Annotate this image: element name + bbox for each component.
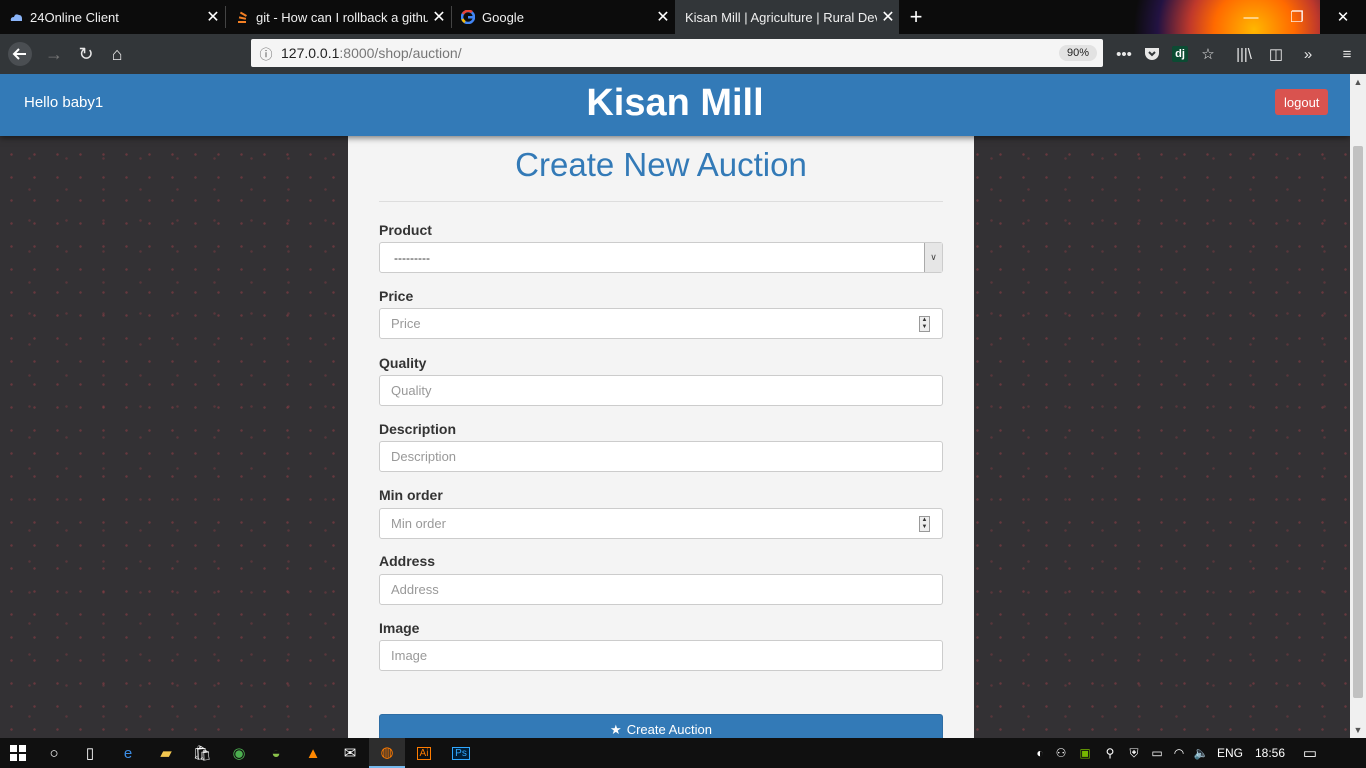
overflow-chevron-icon[interactable]: » [1294,38,1322,70]
vlc-icon[interactable]: ▲ [295,738,331,768]
system-tray: ◐ ⚇ ▣ ⚲ ⛨ ▭ ◠ 🔈 ENG 18:56 ▭ [1030,738,1328,768]
image-input[interactable]: Image [379,640,943,671]
address-bar[interactable]: ⓘ 127.0.0.1:8000/shop/auction/ 90% [251,39,1103,67]
menu-icon[interactable]: ≡ [1333,38,1361,70]
store-icon[interactable]: 🛍 [184,738,220,768]
star-bookmark-icon[interactable]: ☆ [1194,38,1222,70]
description-label: Description [379,421,457,437]
tab-stackoverflow[interactable]: git - How can I rollback a githu ✕ [226,0,450,34]
address-label: Address [379,553,436,569]
chevron-down-icon[interactable]: ∨ [924,243,942,272]
create-auction-button[interactable]: ★ Create Auction [379,714,943,738]
clock[interactable]: 18:56 [1248,746,1292,760]
forward-button[interactable]: → [38,38,70,70]
star-icon: ★ [610,721,622,737]
quality-label: Quality [379,355,427,371]
product-label: Product [379,222,432,238]
address-input[interactable]: Address [379,574,943,605]
more-actions-icon[interactable]: ••• [1110,38,1138,70]
task-view-icon[interactable]: ▯ [72,738,108,768]
number-spinner-icon[interactable]: ▲ ▼ [919,316,930,332]
firefox-icon[interactable]: ◍ [369,738,405,768]
min-order-label: Min order [379,487,443,503]
min-order-input[interactable]: Min order ▲ ▼ [379,508,943,539]
tab-kisan-mill[interactable]: Kisan Mill | Agriculture | Rural Deve ✕ [675,0,899,34]
scroll-up-icon[interactable]: ▲ [1350,74,1366,90]
quality-input[interactable]: Quality [379,375,943,406]
volume-icon[interactable]: 🔈 [1190,746,1212,760]
logout-button[interactable]: logout [1275,89,1329,115]
site-header: Hello baby1 Kisan Mill logout [0,74,1350,136]
search-icon[interactable]: ○ [36,738,72,768]
windows-start-icon[interactable] [0,738,36,768]
cloud-icon [8,9,24,25]
title-divider [379,201,943,202]
nvidia-icon[interactable]: ▣ [1072,746,1098,760]
illustrator-icon[interactable]: Ai [406,738,442,768]
product-select[interactable]: --------- ∨ [379,242,943,273]
browser-tab-bar: 24Online Client ✕ git - How can I rollba… [0,0,1366,74]
scroll-down-icon[interactable]: ▼ [1350,722,1366,738]
url-text[interactable]: 127.0.0.1:8000/shop/auction/ [281,45,1059,61]
close-icon[interactable]: ✕ [652,7,674,27]
auction-form-panel: Create New Auction Product --------- ∨ P… [348,136,974,738]
new-tab-button[interactable]: + [904,0,928,34]
restore-icon[interactable]: ❐ [1274,0,1320,34]
library-icon[interactable]: |||\ [1230,38,1258,70]
stackoverflow-icon [234,9,250,25]
mail-icon[interactable]: ✉ [332,738,368,768]
number-spinner-icon[interactable]: ▲ ▼ [919,516,930,532]
pocket-icon[interactable] [1138,38,1166,70]
minimize-icon[interactable]: — [1228,0,1274,34]
form-title: Create New Auction [515,146,807,183]
brand-title[interactable]: Kisan Mill [0,82,1350,125]
sidebar-icon[interactable]: ◫ [1262,38,1290,70]
language-indicator[interactable]: ENG [1212,746,1248,760]
description-input[interactable]: Description [379,441,943,472]
close-icon[interactable]: ✕ [428,7,450,27]
tab-google[interactable]: Google ✕ [452,0,674,34]
scrollbar-thumb[interactable] [1353,146,1363,698]
zoom-indicator[interactable]: 90% [1058,45,1097,61]
action-center-icon[interactable]: ▭ [1292,744,1328,762]
window-close-icon[interactable]: ✕ [1320,0,1366,34]
edge-icon[interactable]: e [110,738,146,768]
defender-shield-icon[interactable]: ⛨ [1122,746,1146,761]
page-scrollbar[interactable]: ▲ ▼ [1350,74,1366,738]
django-extension-icon[interactable]: dj [1166,38,1194,70]
tab-24online[interactable]: 24Online Client ✕ [0,0,224,34]
price-input[interactable]: Price ▲ ▼ [379,308,943,339]
photoshop-icon[interactable]: Ps [443,738,479,768]
chrome-icon[interactable]: ◉ [221,738,257,768]
back-button[interactable] [4,38,36,70]
browser-nav-bar: → ↻ ⌂ ⓘ 127.0.0.1:8000/shop/auction/ 90%… [0,34,1366,74]
page-viewport: Hello baby1 Kisan Mill logout Create New… [0,74,1350,738]
file-explorer-icon[interactable]: ▰ [148,738,184,768]
image-label: Image [379,620,420,636]
price-label: Price [379,288,414,304]
close-icon[interactable]: ✕ [877,7,899,27]
home-button[interactable]: ⌂ [101,38,133,70]
people-icon[interactable]: ⚇ [1050,746,1072,760]
back-arrow-icon [8,42,32,66]
reload-button[interactable]: ↻ [70,38,102,70]
close-icon[interactable]: ✕ [202,7,224,27]
battery-icon[interactable]: ▭ [1146,746,1168,760]
wifi-icon[interactable]: ◠ [1168,746,1190,760]
vpn-icon[interactable]: ◒ [258,738,294,768]
network-adapter-icon[interactable]: ⚲ [1098,746,1122,760]
windows-taskbar: ○ ▯ e ▰ 🛍 ◉ ◒ ▲ ✉ ◍ Ai Ps ◐ ⚇ ▣ ⚲ ⛨ ▭ ◠ … [0,738,1366,768]
google-icon [460,9,476,25]
app-tray-icon[interactable]: ◐ [1030,746,1050,760]
info-icon[interactable]: ⓘ [251,44,281,63]
